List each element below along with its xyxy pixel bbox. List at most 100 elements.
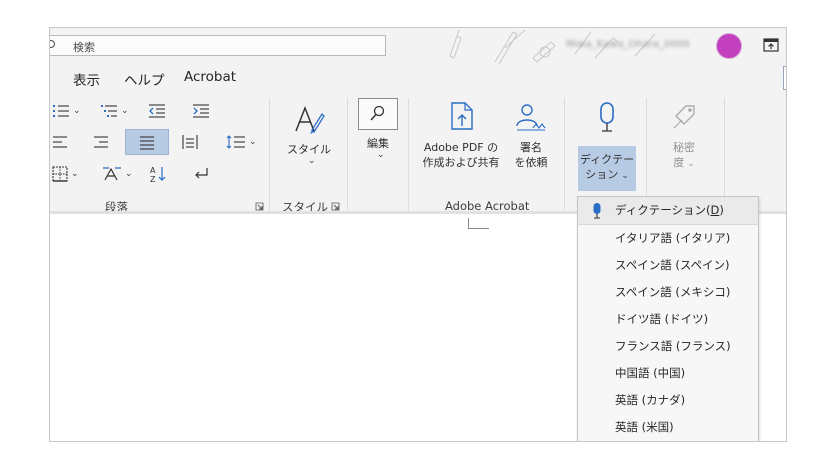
- dictate-language-menu: ディクテーション(D) イタリア語 (イタリア) スペイン語 (スペイン) スペ…: [577, 196, 759, 441]
- pdf-share-icon: [451, 102, 473, 130]
- group-separator: [564, 98, 565, 212]
- dictation-text: ディクテーション(: [615, 203, 711, 217]
- group-separator: [269, 98, 270, 212]
- language-label: 中国語 (中国): [615, 366, 686, 380]
- editing-label: 編集: [367, 137, 389, 150]
- dictation-access-key: D: [710, 203, 720, 217]
- chevron-down-icon: ⌄: [621, 171, 629, 181]
- menu-item-language[interactable]: ドイツ語 (ドイツ): [578, 306, 758, 333]
- increase-indent-icon: [193, 104, 209, 118]
- comments-button-edge[interactable]: [783, 66, 786, 90]
- align-right-button[interactable]: [93, 131, 109, 153]
- chevron-down-icon: ⌄: [249, 137, 257, 147]
- text-direction-icon: [103, 167, 121, 181]
- menu-item-language[interactable]: 英語 (米国): [578, 414, 758, 441]
- ribbon-display-options-icon[interactable]: [763, 38, 779, 52]
- create-share-label-line2: 作成および共有: [422, 156, 500, 169]
- sensitivity-label-line2-with-caret: 度 ⌄: [656, 155, 712, 172]
- tab-acrobat[interactable]: Acrobat: [184, 69, 236, 85]
- dialog-launcher-icon[interactable]: [255, 202, 264, 211]
- sensitivity-label-line2: 度: [673, 156, 685, 169]
- chevron-down-icon: ⌄: [121, 106, 129, 116]
- tab-view[interactable]: 表示: [73, 69, 100, 89]
- dictate-dropdown-button[interactable]: ディクテー ション ⌄: [578, 146, 636, 191]
- tab-help[interactable]: ヘルプ: [124, 69, 165, 89]
- sort-icon: A Z: [150, 166, 166, 183]
- sign-label-line2: を依頼: [514, 156, 548, 169]
- request-signature-button[interactable]: 署名 を依頼: [506, 96, 556, 176]
- menu-item-dictation[interactable]: ディクテーション(D): [578, 197, 758, 225]
- dictation-text-end: ): [719, 203, 724, 217]
- chevron-down-icon: ⌄: [125, 169, 133, 179]
- distributed-icon: [182, 135, 198, 149]
- decrease-indent-button[interactable]: [148, 100, 166, 122]
- user-avatar[interactable]: [717, 34, 741, 58]
- editing-button[interactable]: 編集 ⌄: [354, 96, 402, 176]
- language-label: イタリア語 (イタリア): [615, 231, 731, 245]
- menu-item-language[interactable]: スペイン語 (メキシコ): [578, 279, 758, 306]
- multilevel-list-button[interactable]: ⌄: [100, 100, 129, 122]
- sensitivity-label-line1: 秘密: [673, 141, 695, 154]
- language-label: フランス語 (フランス): [615, 339, 731, 353]
- microphone-icon: [600, 102, 614, 132]
- language-label: スペイン語 (メキシコ): [615, 285, 731, 299]
- chevron-down-icon: ⌄: [687, 159, 695, 169]
- create-and-share-pdf-button[interactable]: Adobe PDF の 作成および共有: [416, 96, 506, 176]
- sign-label-line1: 署名: [520, 141, 542, 154]
- align-left-icon: [53, 136, 67, 148]
- styles-label: スタイル: [287, 143, 331, 156]
- group-separator: [347, 98, 348, 212]
- menu-item-language[interactable]: スペイン語 (スペイン): [578, 252, 758, 279]
- numbering-button[interactable]: ⌄: [52, 100, 81, 122]
- menu-item-language[interactable]: 中国語 (中国): [578, 360, 758, 387]
- dictate-mic-area[interactable]: [578, 96, 636, 146]
- menu-item-language[interactable]: イタリア語 (イタリア): [578, 225, 758, 252]
- microphone-icon: [593, 203, 601, 219]
- dictate-label-line2-with-caret: ション ⌄: [578, 167, 636, 184]
- line-spacing-button[interactable]: ⌄: [226, 131, 257, 153]
- numbering-icon: [53, 105, 69, 117]
- increase-indent-button[interactable]: [192, 100, 210, 122]
- sensitivity-label-icon: [673, 105, 695, 129]
- title-bar: 検索 Miwa_Kawa_Ohara_0000: [50, 28, 786, 64]
- menu-item-language[interactable]: 英語 (カナダ): [578, 387, 758, 414]
- paragraph-mark-icon: [195, 168, 208, 179]
- dictate-label-line2: ション: [585, 168, 619, 181]
- distributed-button[interactable]: [181, 131, 199, 153]
- create-share-label-line1: Adobe PDF の: [423, 141, 499, 154]
- menu-item-language[interactable]: フランス語 (フランス): [578, 333, 758, 360]
- group-separator: [408, 98, 409, 212]
- search-box[interactable]: 検索: [50, 35, 386, 56]
- multilevel-list-icon: [101, 105, 117, 117]
- styles-icon: [295, 105, 325, 134]
- sensitivity-button[interactable]: 秘密 度 ⌄: [656, 96, 712, 176]
- dialog-launcher-icon[interactable]: [331, 202, 340, 211]
- justify-icon: [140, 136, 154, 150]
- language-label: ドイツ語 (ドイツ): [615, 312, 709, 326]
- decrease-indent-icon: [149, 104, 165, 118]
- show-hide-marks-button[interactable]: [192, 163, 210, 185]
- styles-button[interactable]: スタイル ⌄: [278, 96, 340, 186]
- line-spacing-icon: [226, 135, 245, 149]
- ribbon: ⌄ ⌄ ⌄ ⌄ ⌄ A Z 段落 スタイル ⌄ スタイル 編集 ⌄ Adobe …: [50, 92, 786, 214]
- justify-button[interactable]: [125, 129, 169, 155]
- magnifier-icon: [370, 105, 385, 121]
- account-name[interactable]: Miwa_Kawa_Ohara_0000: [566, 39, 706, 51]
- search-icon: [50, 39, 56, 49]
- align-left-button[interactable]: [52, 131, 68, 153]
- search-placeholder: 検索: [73, 41, 95, 54]
- text-direction-button[interactable]: ⌄: [102, 163, 133, 185]
- language-label: スペイン語 (スペイン): [615, 258, 730, 272]
- borders-button[interactable]: ⌄: [52, 163, 79, 185]
- group-separator: [646, 98, 647, 212]
- margin-corner-mark: [468, 218, 489, 229]
- menu-item-dictation-label: ディクテーション(D): [615, 202, 724, 218]
- svg-text:A: A: [150, 166, 156, 175]
- sort-button[interactable]: A Z: [149, 163, 167, 185]
- menu-bar: 表示 ヘルプ Acrobat: [50, 64, 786, 92]
- group-separator: [724, 98, 725, 212]
- svg-text:Z: Z: [150, 175, 156, 183]
- language-label: 英語 (カナダ): [615, 393, 686, 407]
- signature-request-icon: [516, 104, 546, 131]
- chevron-down-icon: ⌄: [308, 156, 316, 166]
